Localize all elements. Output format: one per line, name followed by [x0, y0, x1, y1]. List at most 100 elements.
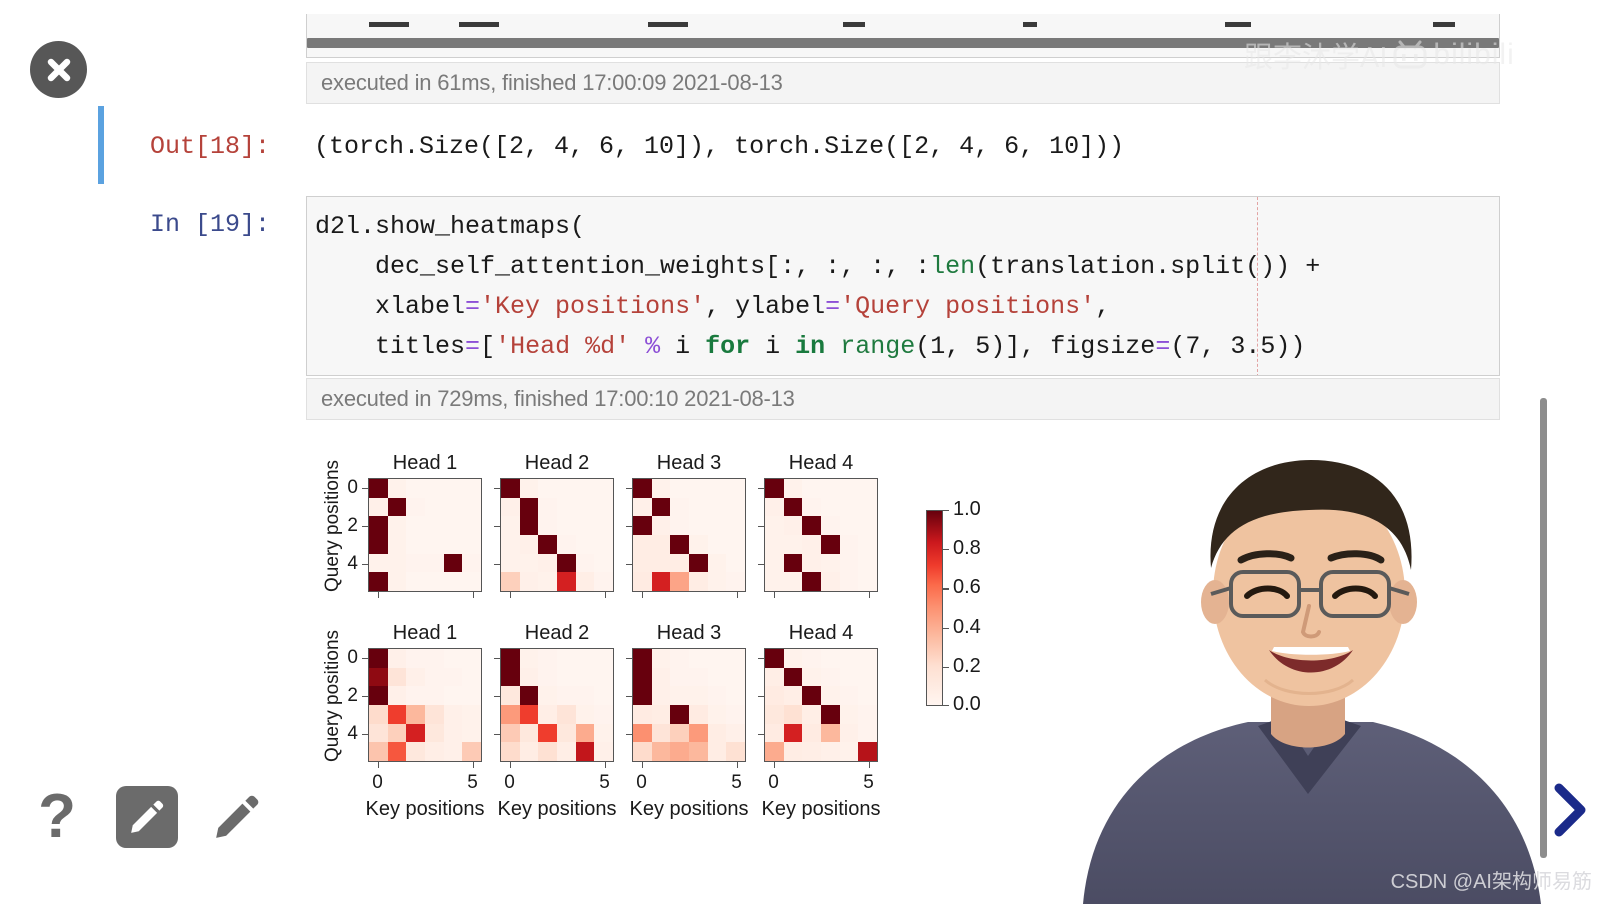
code-glyph-remnant	[1433, 22, 1455, 27]
annotation-toolbar[interactable]: ?	[26, 786, 268, 848]
heatmap-cell	[556, 534, 576, 554]
heatmap-cell	[726, 497, 745, 517]
heatmap-cell	[633, 516, 652, 535]
heatmap-cell	[688, 572, 708, 591]
heatmap-x-tick-mark	[604, 762, 606, 768]
heatmap-cell	[651, 479, 671, 498]
heatmap-x-tick-mark	[773, 762, 775, 768]
heatmap-cell	[765, 497, 784, 517]
heatmap-cell	[726, 742, 745, 761]
heatmap-y-tick-mark	[758, 695, 764, 697]
heatmap-cell	[651, 704, 671, 724]
colorbar-tick-label: 0.8	[953, 537, 981, 560]
heatmap-panel-title: Head 4	[788, 622, 854, 644]
heatmap-cell	[369, 742, 388, 761]
heatmap-cell	[839, 723, 859, 743]
heatmap-panel-title: Head 3	[656, 452, 722, 474]
heatmap-cell	[726, 534, 745, 554]
heatmap-cell	[670, 572, 689, 591]
heatmap-cell	[802, 479, 821, 498]
next-video-button[interactable]	[1538, 775, 1600, 845]
input-prompt-label: In [19]:	[150, 210, 271, 239]
heatmap-cell	[556, 742, 576, 761]
heatmap-cell	[651, 553, 671, 573]
heatmap-cell	[707, 553, 727, 573]
heatmap-cell	[820, 553, 840, 573]
heatmap-cell	[765, 704, 784, 724]
heatmap-cell	[369, 516, 388, 535]
heatmap-cell	[820, 649, 840, 668]
heatmap-cell	[462, 534, 481, 554]
heatmap-cell	[670, 723, 689, 743]
heatmap-cell	[783, 516, 803, 535]
heatmap-cell	[707, 667, 727, 687]
heatmap-cell	[820, 479, 840, 498]
heatmap-y-tick-mark	[362, 487, 368, 489]
heatmap-cell	[538, 516, 557, 535]
heatmap-cell	[651, 742, 671, 761]
heatmap-y-tick-mark	[494, 487, 500, 489]
heatmap-cell	[594, 553, 613, 573]
heatmap-cell	[802, 667, 821, 687]
colorbar-tick-label: 0.4	[953, 615, 981, 638]
close-button[interactable]	[30, 41, 87, 98]
heatmap-cell	[670, 479, 689, 498]
heatmap-cell	[462, 723, 481, 743]
heatmap-cell	[406, 704, 425, 724]
heatmap-cell	[594, 667, 613, 687]
heatmap-x-axis-label: Key positions	[629, 798, 749, 820]
heatmap-cell	[726, 667, 745, 687]
heatmap-cell	[651, 497, 671, 517]
heatmap-cell	[556, 516, 576, 535]
heatmap-x-tick-mark	[868, 762, 870, 768]
heatmap-cell	[556, 479, 576, 498]
heatmap-cell	[387, 704, 407, 724]
heatmap-cell	[707, 686, 727, 705]
notebook-scroll-area[interactable]: executed in 61ms, finished 17:00:09 2021…	[96, 0, 1500, 904]
colorbar-tick-label: 0.6	[953, 576, 981, 599]
heatmap-x-tick-label: 0	[636, 772, 647, 793]
heatmap-cell	[556, 497, 576, 517]
heatmap-y-tick-mark	[626, 695, 632, 697]
heatmap-y-tick-mark	[626, 487, 632, 489]
heatmap-y-tick-mark	[758, 657, 764, 659]
heatmap-cell	[858, 704, 877, 724]
pencil-tool-icon[interactable]	[206, 786, 268, 848]
heatmap-cell	[726, 572, 745, 591]
heatmap-cell	[387, 534, 407, 554]
help-icon[interactable]: ?	[26, 786, 88, 848]
heatmap-cell	[858, 534, 877, 554]
code-glyph-remnant	[1225, 22, 1251, 27]
heatmap-cell	[651, 686, 671, 705]
heatmap-cell	[820, 534, 840, 554]
code-editor[interactable]: d2l.show_heatmaps( dec_self_attention_we…	[306, 196, 1500, 376]
heatmap-cell	[651, 572, 671, 591]
colorbar-gradient	[926, 510, 943, 706]
heatmap-panel-title: Head 2	[524, 622, 590, 644]
colorbar-tick-label: 0.0	[953, 693, 981, 715]
heatmap-cell	[406, 553, 425, 573]
csdn-watermark: CSDN @AI架构师易筋	[1390, 871, 1592, 893]
heatmap-cell	[839, 667, 859, 687]
heatmap-x-tick-mark	[472, 762, 474, 768]
heatmap-x-tick-mark	[736, 592, 738, 598]
heatmap-cell	[594, 742, 613, 761]
heatmap-cell	[538, 553, 557, 573]
heatmap-cell	[424, 704, 444, 724]
heatmap-cell	[594, 723, 613, 743]
output-cell-18[interactable]: Out[18]: (torch.Size([2, 4, 6, 10]), tor…	[96, 106, 1500, 184]
heatmap-cell	[839, 516, 859, 535]
heatmap-cell	[424, 553, 444, 573]
heatmap-cell	[688, 686, 708, 705]
heatmap-panel-title: Head 3	[656, 622, 722, 644]
colorbar-tick-label: 0.2	[953, 654, 981, 677]
pen-tool-icon[interactable]	[116, 786, 178, 848]
heatmap-cell	[670, 704, 689, 724]
heatmap-cell	[765, 742, 784, 761]
heatmap-y-tick-mark	[362, 657, 368, 659]
heatmap-cell	[726, 723, 745, 743]
heatmap-cell	[802, 686, 821, 705]
heatmap-cell	[839, 534, 859, 554]
heatmap-cell	[519, 572, 539, 591]
heatmap-cell	[707, 649, 727, 668]
